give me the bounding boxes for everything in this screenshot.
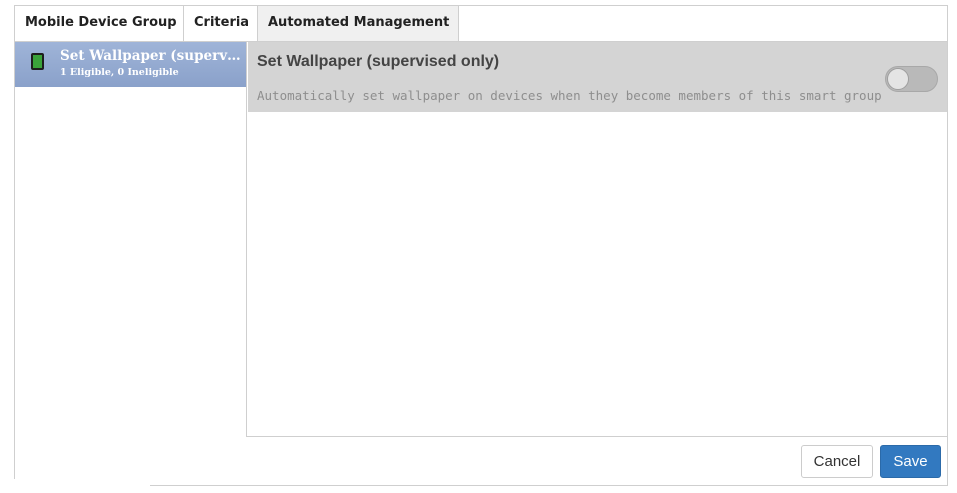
detail-description: Automatically set wallpaper on devices w… [257, 88, 882, 103]
tab-automated-management[interactable]: Automated Management [258, 6, 459, 42]
mobile-device-icon [31, 53, 44, 70]
footer-right-border [947, 437, 948, 486]
footer-left-border [14, 437, 15, 479]
cancel-button[interactable]: Cancel [801, 445, 873, 478]
toggle-knob [887, 68, 909, 90]
set-wallpaper-toggle[interactable] [885, 66, 938, 92]
footer-bottom-border [150, 485, 947, 486]
detail-panel: Set Wallpaper (supervised only) Automati… [248, 42, 947, 112]
sidebar-item-set-wallpaper[interactable]: Set Wallpaper (supervised only) 1 Eligib… [15, 42, 246, 87]
detail-title: Set Wallpaper (supervised only) [257, 53, 500, 70]
tab-criteria[interactable]: Criteria [184, 6, 258, 42]
sidebar-item-subtitle: 1 Eligible, 0 Ineligible [60, 67, 179, 78]
save-button[interactable]: Save [880, 445, 941, 478]
sidebar: Set Wallpaper (supervised only) 1 Eligib… [15, 42, 247, 437]
sidebar-item-title: Set Wallpaper (supervised only) [60, 48, 243, 64]
tab-mobile-device-group[interactable]: Mobile Device Group [15, 6, 184, 42]
dialog-frame: Mobile Device Group Criteria Automated M… [14, 5, 948, 437]
tab-bar: Mobile Device Group Criteria Automated M… [15, 6, 459, 42]
